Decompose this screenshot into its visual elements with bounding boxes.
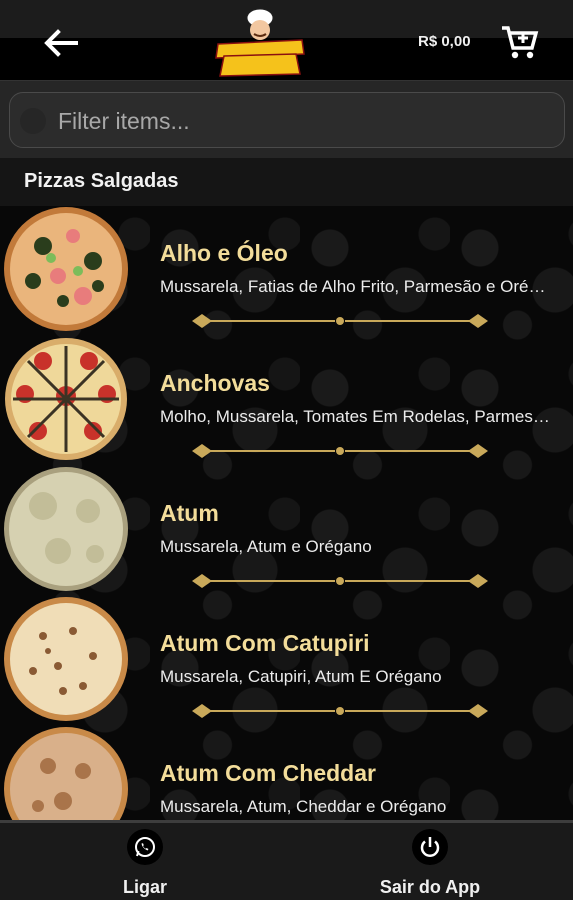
- item-name: Atum: [160, 500, 219, 526]
- item-description: Molho, Mussarela, Tomates Em Rodelas, Pa…: [160, 407, 552, 426]
- exit-app-button[interactable]: Sair do App: [360, 829, 500, 899]
- gold-divider: [192, 574, 488, 588]
- cart-total: R$ 0,00: [418, 33, 471, 50]
- list-item[interactable]: Alho e Óleo Mussarela, Fatias de Alho Fr…: [0, 206, 573, 336]
- item-description: Mussarela, Atum, Cheddar e Orégano: [160, 797, 447, 816]
- arrow-left-icon: [44, 29, 78, 57]
- item-name: Alho e Óleo: [160, 240, 288, 266]
- gold-divider: [192, 444, 488, 458]
- cantinho-pizzas-logo: [215, 8, 305, 77]
- item-name: Anchovas: [160, 370, 270, 396]
- list-item[interactable]: Anchovas Molho, Mussarela, Tomates Em Ro…: [0, 336, 573, 466]
- search-input[interactable]: [58, 103, 548, 139]
- item-description: Mussarela, Fatias de Alho Frito, Parmesã…: [160, 277, 552, 296]
- top-app-bar: R$ 0,00: [0, 0, 573, 80]
- list-item[interactable]: Atum Com Cheddar Mussarela, Atum, Chedda…: [0, 726, 573, 820]
- back-button[interactable]: [40, 26, 80, 60]
- search-box: [9, 92, 565, 148]
- item-name: Atum Com Cheddar: [160, 760, 376, 786]
- pizza-image: [4, 467, 128, 591]
- item-description: Mussarela, Atum e Orégano: [160, 537, 372, 556]
- exit-app-label: Sair do App: [379, 877, 481, 897]
- gold-divider: [192, 314, 488, 328]
- pizza-image: [4, 597, 128, 721]
- search-icon: [20, 108, 46, 134]
- section-title: Pizzas Salgadas: [24, 170, 179, 192]
- item-description: Mussarela, Catupiri, Atum E Orégano: [160, 667, 442, 686]
- gold-divider: [192, 704, 488, 718]
- cart-button[interactable]: [500, 22, 542, 62]
- list-item[interactable]: Atum Mussarela, Atum e Orégano: [0, 466, 573, 596]
- pizza-image: [5, 338, 127, 460]
- add-shopping-cart-icon: [502, 26, 539, 59]
- search-bar: [0, 80, 573, 158]
- pizza-image: [4, 727, 128, 820]
- item-name: Atum Com Catupiri: [160, 630, 370, 656]
- power-icon: [412, 829, 448, 865]
- list-item[interactable]: Atum Com Catupiri Mussarela, Catupiri, A…: [0, 596, 573, 726]
- call-button[interactable]: Ligar: [75, 829, 215, 899]
- pizza-image: [4, 207, 128, 331]
- section-header: Pizzas Salgadas: [0, 158, 573, 206]
- whatsapp-icon: [127, 829, 163, 865]
- menu-item-list[interactable]: Alho e Óleo Mussarela, Fatias de Alho Fr…: [0, 206, 573, 820]
- call-label: Ligar: [122, 877, 167, 897]
- bottom-navigation: Ligar Sair do App: [0, 820, 573, 900]
